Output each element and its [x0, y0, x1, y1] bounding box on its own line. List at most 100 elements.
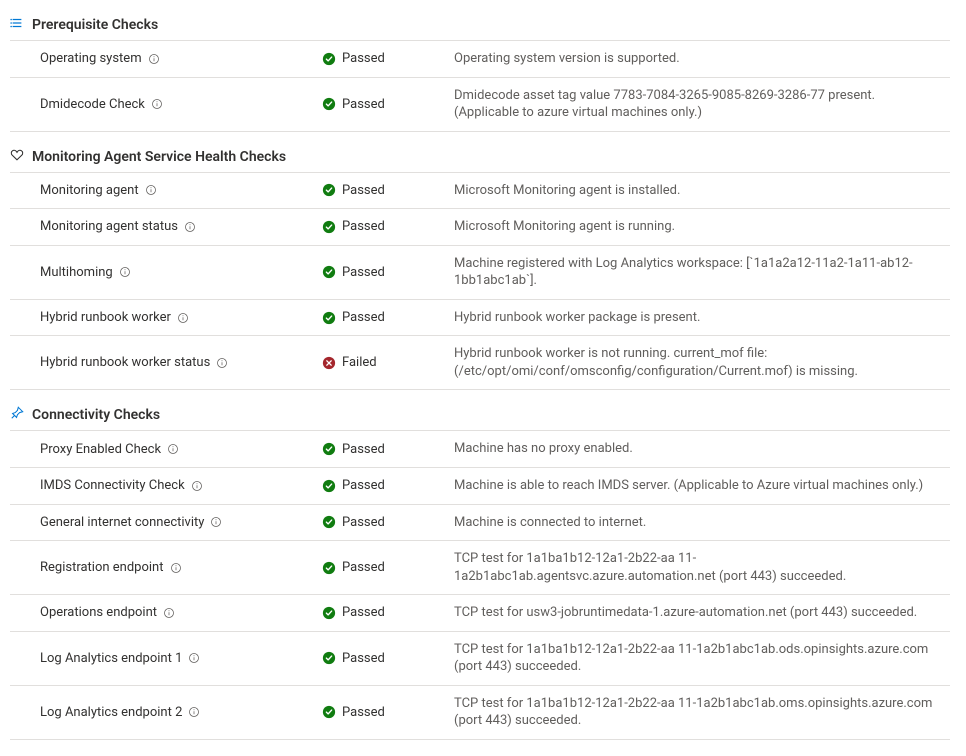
check-status-label: Failed: [342, 355, 377, 370]
check-row: IMDS Connectivity Check Passed Machine is …: [10, 468, 950, 505]
info-icon[interactable]: [177, 312, 189, 324]
check-name: General internet connectivity: [40, 515, 204, 530]
info-icon[interactable]: [170, 562, 182, 574]
passed-icon: [322, 265, 336, 279]
check-detail: Hybrid runbook worker package is present…: [450, 300, 950, 336]
check-detail: Microsoft Monitoring agent is running.: [450, 209, 950, 245]
check-status-cell: Passed: [310, 209, 450, 245]
check-detail: TCP test for 1a1ba1b12-12a1-2b22-aa 11-1…: [450, 686, 950, 739]
check-status-cell: Passed: [310, 686, 450, 739]
check-status-cell: Passed: [310, 78, 450, 131]
info-icon[interactable]: [119, 266, 131, 278]
passed-icon: [322, 606, 336, 620]
check-name: Log Analytics endpoint 2: [40, 705, 182, 720]
info-icon[interactable]: [145, 184, 157, 196]
check-name-cell: Registration endpoint: [10, 541, 310, 594]
failed-icon: [322, 356, 336, 370]
check-name-cell: General internet connectivity: [10, 505, 310, 541]
info-icon[interactable]: [188, 652, 200, 664]
check-detail: TCP test for 1a1ba1b12-12a1-2b22-aa 11-1…: [450, 632, 950, 685]
passed-icon: [322, 705, 336, 719]
passed-icon: [322, 442, 336, 456]
check-name-cell: Monitoring agent: [10, 173, 310, 209]
check-status-label: Passed: [342, 51, 385, 66]
info-icon[interactable]: [210, 516, 222, 528]
check-status-label: Passed: [342, 310, 385, 325]
section-header: Connectivity Checks: [10, 402, 950, 431]
check-detail: Machine has no proxy enabled.: [450, 431, 950, 467]
check-row: Monitoring agent Passed Microsoft Monitori…: [10, 173, 950, 210]
check-status-cell: Passed: [310, 173, 450, 209]
info-icon[interactable]: [163, 607, 175, 619]
check-status-label: Passed: [342, 478, 385, 493]
section-title: Connectivity Checks: [32, 407, 160, 423]
passed-icon: [322, 311, 336, 325]
passed-icon: [322, 183, 336, 197]
check-row: Monitoring agent status Passed Microsoft M…: [10, 209, 950, 246]
passed-icon: [322, 561, 336, 575]
list-icon: [10, 16, 24, 34]
passed-icon: [322, 515, 336, 529]
check-status-cell: Failed: [310, 336, 450, 389]
section-title: Prerequisite Checks: [32, 17, 158, 33]
check-detail: Machine is able to reach IMDS server. (A…: [450, 468, 950, 504]
check-name-cell: IMDS Connectivity Check: [10, 468, 310, 504]
check-name-cell: Log Analytics endpoint 1: [10, 632, 310, 685]
info-icon[interactable]: [184, 221, 196, 233]
check-status-label: Passed: [342, 219, 385, 234]
check-name: Operating system: [40, 51, 142, 66]
section-health: Monitoring Agent Service Health ChecksMo…: [10, 144, 950, 391]
passed-icon: [322, 97, 336, 111]
info-icon[interactable]: [151, 98, 163, 110]
pin-icon: [10, 406, 24, 424]
check-detail: TCP test for 1a1ba1b12-12a1-2b22-aa 11-1…: [450, 541, 950, 594]
check-status-cell: Passed: [310, 505, 450, 541]
check-name: Dmidecode Check: [40, 97, 145, 112]
check-detail: Microsoft Monitoring agent is installed.: [450, 173, 950, 209]
check-name: Monitoring agent status: [40, 219, 178, 234]
info-icon[interactable]: [188, 706, 200, 718]
check-name-cell: Monitoring agent status: [10, 209, 310, 245]
check-status-label: Passed: [342, 265, 385, 280]
info-icon[interactable]: [148, 53, 160, 65]
check-status-label: Passed: [342, 605, 385, 620]
check-name-cell: Hybrid runbook worker status: [10, 336, 310, 389]
check-status-label: Passed: [342, 183, 385, 198]
check-name: IMDS Connectivity Check: [40, 478, 185, 493]
check-status-cell: Passed: [310, 300, 450, 336]
check-status-cell: Passed: [310, 541, 450, 594]
info-icon[interactable]: [216, 357, 228, 369]
check-detail: Machine registered with Log Analytics wo…: [450, 246, 950, 299]
check-name: Monitoring agent: [40, 183, 139, 198]
check-name-cell: Operating system: [10, 41, 310, 77]
check-status-label: Passed: [342, 515, 385, 530]
check-detail: Dmidecode asset tag value 7783-7084-3265…: [450, 78, 950, 131]
check-detail: Operating system version is supported.: [450, 41, 950, 77]
check-row: Log Analytics endpoint 2 Passed TCP test f…: [10, 686, 950, 740]
check-name: Log Analytics endpoint 1: [40, 651, 182, 666]
check-name: Operations endpoint: [40, 605, 157, 620]
check-status-cell: Passed: [310, 431, 450, 467]
passed-icon: [322, 479, 336, 493]
check-row: MultihomingPassedMachine registered with…: [10, 246, 950, 300]
check-status-label: Passed: [342, 442, 385, 457]
check-status-cell: Passed: [310, 468, 450, 504]
section-header: Prerequisite Checks: [10, 12, 950, 41]
section-header: Monitoring Agent Service Health Checks: [10, 144, 950, 173]
check-detail: TCP test for usw3-jobruntimedata-1.azure…: [450, 595, 950, 631]
check-row: Registration endpointPassedTCP test for …: [10, 541, 950, 595]
check-row: General internet connectivityPassedMachi…: [10, 505, 950, 542]
check-name: Proxy Enabled Check: [40, 442, 161, 457]
diagnostics-panel: Prerequisite Checks Operating system Passe…: [10, 12, 950, 740]
check-name: Hybrid runbook worker status: [40, 355, 210, 370]
check-name-cell: Log Analytics endpoint 2: [10, 686, 310, 739]
check-status-label: Passed: [342, 705, 385, 720]
check-status-label: Passed: [342, 651, 385, 666]
check-detail: Hybrid runbook worker is not running. cu…: [450, 336, 950, 389]
check-status-cell: Passed: [310, 246, 450, 299]
info-icon[interactable]: [167, 443, 179, 455]
section-prereq: Prerequisite Checks Operating system Passe…: [10, 12, 950, 132]
info-icon[interactable]: [191, 480, 203, 492]
check-name: Hybrid runbook worker: [40, 310, 171, 325]
check-status-cell: Passed: [310, 595, 450, 631]
